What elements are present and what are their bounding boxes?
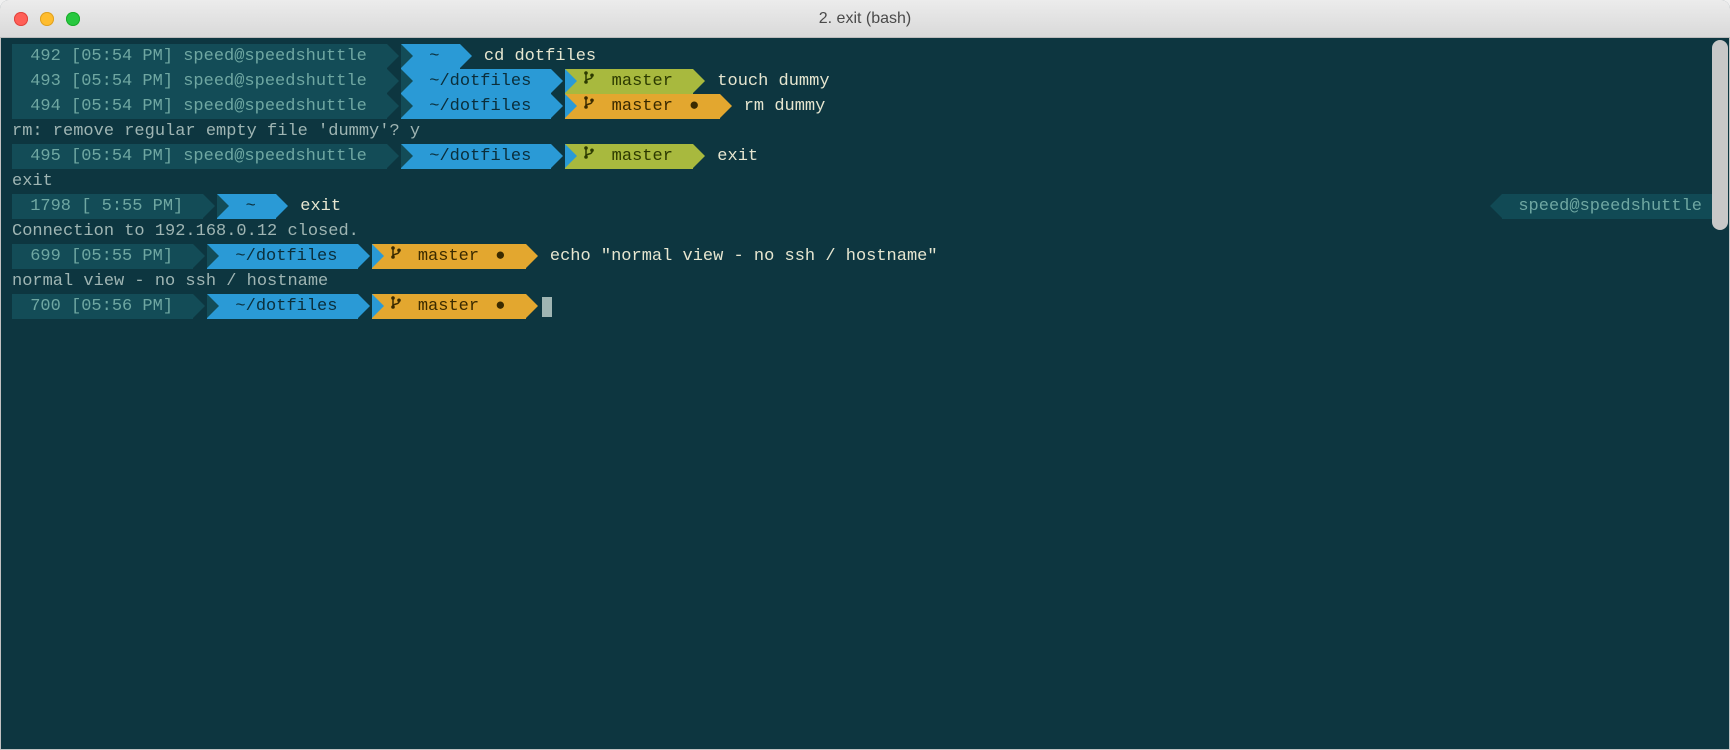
prompt-info: 493 [05:54 PM] speed@speedshuttle (12, 69, 387, 94)
command-text: exit (707, 144, 758, 169)
titlebar[interactable]: 2. exit (bash) (0, 0, 1730, 38)
window-controls (14, 12, 80, 26)
prompt-info: 1798 [ 5:55 PM] (12, 194, 203, 219)
prompt-info: 494 [05:54 PM] speed@speedshuttle (12, 94, 387, 119)
prompt-cwd: ~ (401, 44, 460, 69)
prompt-info: 495 [05:54 PM] speed@speedshuttle (12, 144, 387, 169)
right-prompt: speed@speedshuttle (1502, 194, 1712, 219)
prompt-line: 494 [05:54 PM] speed@speedshuttle ~/dotf… (12, 94, 1718, 119)
command-text: echo "normal view - no ssh / hostname" (540, 244, 938, 269)
terminal-window: 2. exit (bash) 492 [05:54 PM] speed@spee… (0, 0, 1730, 750)
prompt-cwd: ~/dotfiles (401, 94, 551, 119)
prompt-branch: master ● (372, 244, 526, 269)
prompt-line: 700 [05:56 PM] ~/dotfiles master ● (12, 294, 1718, 319)
prompt-branch: master (565, 69, 693, 94)
close-icon[interactable] (14, 12, 28, 26)
prompt-line: 495 [05:54 PM] speed@speedshuttle ~/dotf… (12, 144, 1718, 169)
prompt-info: 700 [05:56 PM] (12, 294, 193, 319)
prompt-info: 699 [05:55 PM] (12, 244, 193, 269)
scrollbar[interactable] (1712, 40, 1728, 230)
prompt-line: 699 [05:55 PM] ~/dotfiles master ● echo … (12, 244, 1718, 269)
prompt-branch: master ● (565, 94, 719, 119)
prompt-cwd: ~/dotfiles (207, 244, 357, 269)
prompt-cwd: ~/dotfiles (207, 294, 357, 319)
terminal-output: Connection to 192.168.0.12 closed. (12, 219, 1718, 244)
window-title: 2. exit (bash) (0, 10, 1730, 28)
command-text: touch dummy (707, 69, 829, 94)
terminal-output: rm: remove regular empty file 'dummy'? y (12, 119, 1718, 144)
prompt-branch: master ● (372, 294, 526, 319)
prompt-line: 493 [05:54 PM] speed@speedshuttle ~/dotf… (12, 69, 1718, 94)
command-text: rm dummy (734, 94, 826, 119)
terminal-output: normal view - no ssh / hostname (12, 269, 1718, 294)
prompt-info: 492 [05:54 PM] speed@speedshuttle (12, 44, 387, 69)
terminal-output: exit (12, 169, 1718, 194)
terminal-body[interactable]: 492 [05:54 PM] speed@speedshuttle ~ cd d… (0, 38, 1730, 325)
prompt-cwd: ~/dotfiles (401, 144, 551, 169)
command-text: cd dotfiles (474, 44, 596, 69)
prompt-cwd: ~/dotfiles (401, 69, 551, 94)
minimize-icon[interactable] (40, 12, 54, 26)
prompt-line: 492 [05:54 PM] speed@speedshuttle ~ cd d… (12, 44, 1718, 69)
prompt-cwd: ~ (217, 194, 276, 219)
command-text: exit (290, 194, 341, 219)
cursor (542, 297, 552, 317)
zoom-icon[interactable] (66, 12, 80, 26)
prompt-line: 1798 [ 5:55 PM] ~ exit speed@speedshuttle (12, 194, 1718, 219)
prompt-branch: master (565, 144, 693, 169)
